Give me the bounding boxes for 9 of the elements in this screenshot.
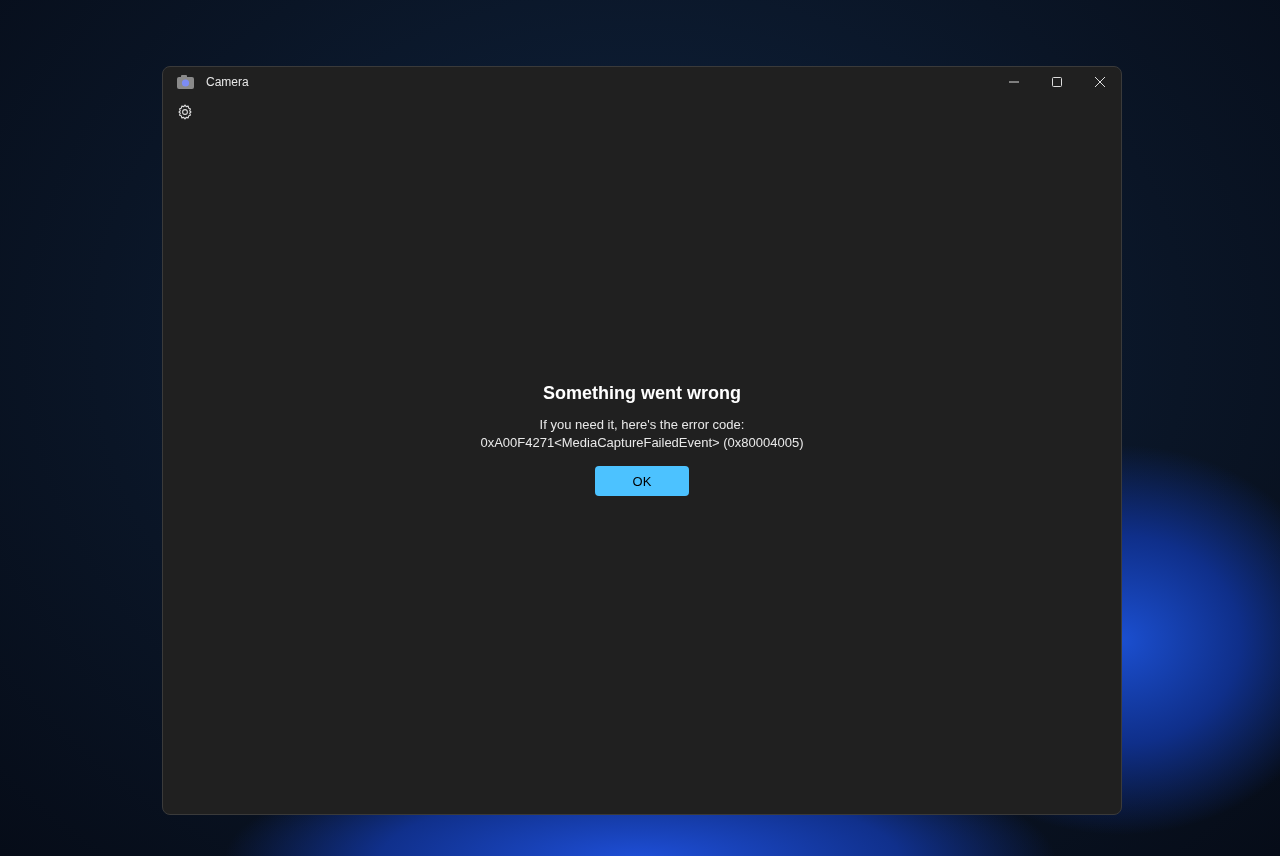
error-title: Something went wrong xyxy=(543,382,741,405)
error-code: 0xA00F4271<MediaCaptureFailedEvent> (0x80004005) xyxy=(480,434,804,453)
close-icon xyxy=(1094,77,1105,87)
ok-button[interactable]: OK xyxy=(595,466,689,497)
maximize-icon xyxy=(1051,77,1062,87)
error-message: If you need it, here's the error code: xyxy=(539,416,745,435)
settings-icon xyxy=(177,104,193,120)
window-title: Camera xyxy=(206,74,249,91)
camera-icon xyxy=(177,75,194,89)
